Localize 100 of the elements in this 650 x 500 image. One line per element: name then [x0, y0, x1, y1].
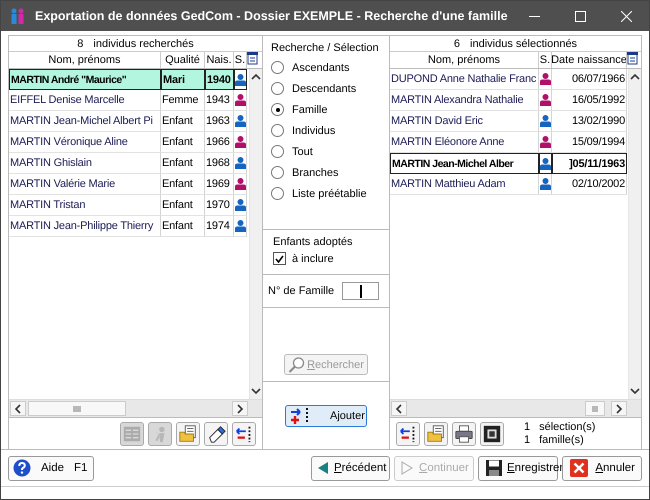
- name-cell: DUPOND Anne Nathalie Franc: [390, 69, 539, 90]
- toolbar-button[interactable]: [424, 422, 448, 446]
- checkbox[interactable]: [273, 252, 286, 265]
- count-text: 6: [454, 38, 460, 50]
- radio-button[interactable]: [271, 187, 284, 200]
- date-cell: 13/02/1990: [552, 111, 627, 132]
- checkbox-label[interactable]: à inclure: [292, 252, 334, 264]
- table-row[interactable]: MARTIN Eléonore Anne 15/09/1994: [390, 132, 628, 153]
- role-cell: Femme: [161, 90, 205, 111]
- chevron-right-icon: [615, 404, 623, 414]
- radio-button[interactable]: [271, 166, 284, 179]
- section-title: Recherche / Sélection: [271, 42, 380, 54]
- radio-label[interactable]: Famille: [292, 104, 328, 116]
- toolbar-button[interactable]: [480, 422, 504, 446]
- radio-button[interactable]: [271, 82, 284, 95]
- table-row[interactable]: MARTIN Véronique Aline Enfant 1966: [9, 132, 249, 153]
- folder-icon: [178, 424, 198, 444]
- chevron-up-icon: [251, 73, 261, 81]
- column-chooser-icon[interactable]: [627, 52, 638, 65]
- close-icon[interactable]: [621, 10, 632, 22]
- back-button[interactable]: Précédent: [311, 456, 390, 480]
- chevron-left-icon: [14, 404, 22, 414]
- help-button[interactable]: Aide F1: [8, 456, 94, 480]
- column-header[interactable]: Nom, prénoms: [9, 52, 161, 68]
- year-cell: 1943: [205, 90, 234, 111]
- column-header[interactable]: Nais.: [205, 52, 234, 68]
- role-cell: Enfant: [161, 174, 205, 195]
- name-cell: MARTIN Eléonore Anne: [390, 132, 539, 153]
- radio-label[interactable]: Branches: [292, 166, 338, 178]
- table-row[interactable]: MARTIN Valérie Marie Enfant 1969: [9, 174, 249, 195]
- radio-button[interactable]: [271, 145, 284, 158]
- date-cell: 15/09/1994: [552, 132, 627, 153]
- table-row[interactable]: MARTIN Jean-Philippe Thierry Enfant 1974: [9, 216, 249, 237]
- table-row[interactable]: MARTIN Jean-Michel Albert Pi Enfant 1963: [9, 111, 249, 132]
- toolbar-button[interactable]: [232, 422, 256, 446]
- radio-button[interactable]: [271, 103, 284, 116]
- column-header[interactable]: Qualité: [161, 52, 205, 68]
- triangle-left-icon: [318, 462, 328, 474]
- horizontal-scrollbar[interactable]: [390, 399, 641, 417]
- table-row[interactable]: MARTIN Jean-Michel Alber ]05/11/1963: [390, 153, 628, 174]
- name-cell: MARTIN David Eric: [390, 111, 539, 132]
- radio-label[interactable]: Individus: [292, 124, 336, 136]
- folder-icon: [426, 424, 446, 444]
- name-cell: MARTIN Matthieu Adam: [390, 174, 539, 195]
- table-row[interactable]: MARTIN André "Maurice" Mari 1940: [9, 69, 249, 90]
- name-cell: MARTIN Tristan: [9, 195, 161, 216]
- name-cell: EIFFEL Denise Marcelle: [9, 90, 161, 111]
- role-cell: Enfant: [161, 216, 205, 237]
- date-cell: 06/07/1966: [552, 69, 627, 90]
- table-caption: individus sélectionnés: [470, 38, 578, 50]
- radio-button[interactable]: [271, 124, 284, 137]
- role-cell: Enfant: [161, 132, 205, 153]
- column-chooser-icon[interactable]: [247, 52, 258, 65]
- year-cell: 1974: [205, 216, 234, 237]
- table-row[interactable]: MARTIN Ghislain Enfant 1968: [9, 153, 249, 174]
- table-row[interactable]: MARTIN Tristan Enfant 1970: [9, 195, 249, 216]
- vertical-scrollbar[interactable]: [249, 69, 262, 399]
- year-cell: 1966: [205, 132, 234, 153]
- name-cell: MARTIN Ghislain: [9, 153, 161, 174]
- toolbar-button[interactable]: [176, 422, 200, 446]
- year-cell: 1968: [205, 153, 234, 174]
- table-row[interactable]: MARTIN Alexandra Nathalie 16/05/1992: [390, 90, 628, 111]
- total-count: 1: [524, 434, 530, 446]
- total-count: 1: [524, 421, 530, 433]
- year-cell: 1970: [205, 195, 234, 216]
- help-icon: [13, 459, 31, 477]
- toolbar-button[interactable]: [452, 422, 476, 446]
- year-cell: 1969: [205, 174, 234, 195]
- radio-label[interactable]: Liste préétablie: [292, 188, 367, 200]
- name-cell: MARTIN Jean-Michel Albert Pi: [9, 111, 161, 132]
- toolbar-button[interactable]: [396, 422, 420, 446]
- chevron-up-icon: [630, 73, 640, 81]
- grip-icon: [72, 406, 82, 412]
- chevron-left-icon: [395, 404, 403, 414]
- role-cell: Mari: [161, 69, 205, 90]
- table-row[interactable]: DUPOND Anne Nathalie Franc 06/07/1966: [390, 69, 628, 90]
- column-header[interactable]: Nom, prénoms: [390, 52, 539, 68]
- table-row[interactable]: EIFFEL Denise Marcelle Femme 1943: [9, 90, 249, 111]
- radio-label[interactable]: Tout: [292, 146, 313, 158]
- date-cell: 02/10/2002: [552, 174, 627, 195]
- total-label: sélection(s): [539, 421, 596, 433]
- section-title: Enfants adoptés: [273, 236, 354, 248]
- radio-label[interactable]: Ascendants: [292, 62, 350, 74]
- grid-icon: [122, 424, 142, 444]
- add-button[interactable]: Ajouter: [285, 404, 367, 426]
- table-row[interactable]: MARTIN David Eric 13/02/1990: [390, 111, 628, 132]
- year-cell: 1940: [205, 69, 234, 90]
- horizontal-scrollbar[interactable]: [9, 399, 262, 417]
- table-row[interactable]: MARTIN Matthieu Adam 02/10/2002: [390, 174, 628, 195]
- radio-label[interactable]: Descendants: [292, 82, 356, 94]
- window-title: Exportation de données GedCom - Dossier EXEMPLE - Recherche d'une famille: [35, 9, 509, 23]
- family-number-field[interactable]: [342, 282, 379, 300]
- vertical-scrollbar[interactable]: [628, 69, 641, 399]
- cancel-button[interactable]: Annuler: [562, 456, 642, 480]
- maximize-icon[interactable]: [575, 10, 586, 22]
- radio-button[interactable]: [271, 61, 284, 74]
- grip-icon: [592, 406, 598, 412]
- column-header[interactable]: S.: [539, 52, 552, 68]
- toolbar-button[interactable]: [204, 422, 228, 446]
- chevron-down-icon: [251, 387, 261, 395]
